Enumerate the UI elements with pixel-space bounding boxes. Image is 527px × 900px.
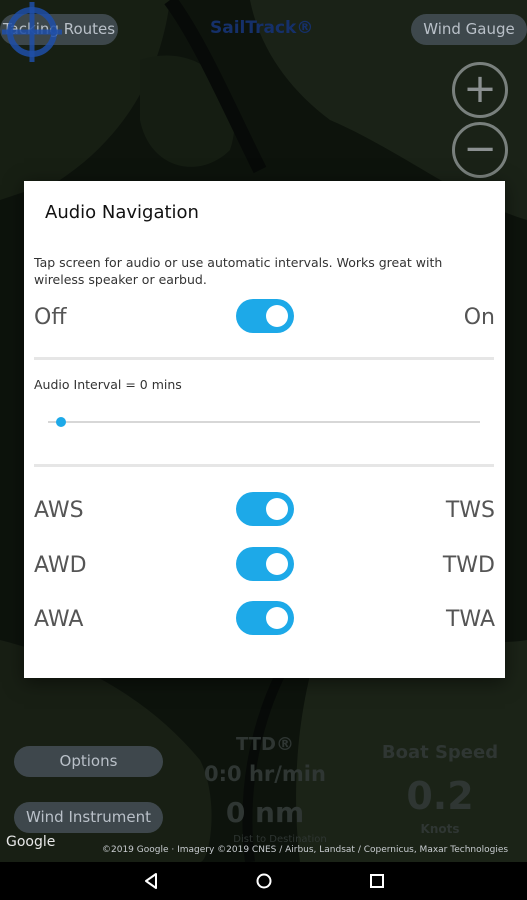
recents-square-icon xyxy=(370,874,384,888)
ttd-label: TTD® xyxy=(236,734,294,755)
google-logo: Google xyxy=(6,834,56,850)
tws-label: TWS xyxy=(445,498,495,523)
toggle-knob xyxy=(266,553,288,575)
distance-value: 0 nm xyxy=(225,796,305,829)
master-on-label: On xyxy=(463,305,495,330)
master-off-label: Off xyxy=(34,305,67,330)
recents-button[interactable] xyxy=(352,862,402,900)
divider xyxy=(34,357,494,360)
boat-speed-unit: Knots xyxy=(420,822,460,836)
toggle-knob xyxy=(266,498,288,520)
ttd-value: 0:0 hr/min xyxy=(204,762,326,786)
system-nav-bar xyxy=(0,862,527,900)
boat-speed-value: 0.2 xyxy=(406,774,474,818)
toggle-knob xyxy=(266,305,288,327)
dialog-title: Audio Navigation xyxy=(45,202,199,223)
twd-label: TWD xyxy=(442,553,495,578)
zoom-out-button[interactable]: − xyxy=(452,122,508,178)
awa-twa-toggle[interactable] xyxy=(236,601,294,635)
divider xyxy=(34,464,494,467)
wind-instrument-button[interactable]: Wind Instrument xyxy=(14,802,163,833)
awa-label: AWA xyxy=(34,607,84,632)
crosshair-icon[interactable] xyxy=(0,0,64,64)
aws-tws-toggle[interactable] xyxy=(236,492,294,526)
distance-caption: Dist to Destination xyxy=(233,834,327,845)
options-button[interactable]: Options xyxy=(14,746,163,777)
twa-label: TWA xyxy=(445,607,495,632)
aws-label: AWS xyxy=(34,498,84,523)
map-attribution: ©2019 Google · Imagery ©2019 CNES / Airb… xyxy=(102,845,509,855)
dialog-description: Tap screen for audio or use automatic in… xyxy=(34,255,443,287)
audio-interval-slider-track[interactable] xyxy=(48,421,480,423)
audio-interval-label: Audio Interval = 0 mins xyxy=(34,377,182,392)
boat-speed-label: Boat Speed xyxy=(381,742,499,763)
audio-navigation-dialog: Audio Navigation Tap screen for audio or… xyxy=(24,181,505,678)
awd-twd-toggle[interactable] xyxy=(236,547,294,581)
home-button[interactable] xyxy=(239,862,289,900)
wind-gauge-button[interactable]: Wind Gauge xyxy=(411,14,527,45)
audio-master-toggle[interactable] xyxy=(236,299,294,333)
app-title: SailTrack® xyxy=(210,18,314,38)
home-circle-icon xyxy=(256,873,272,889)
toggle-knob xyxy=(266,607,288,629)
audio-interval-slider-thumb[interactable] xyxy=(56,417,66,427)
zoom-in-button[interactable]: + xyxy=(452,62,508,118)
back-triangle-icon xyxy=(145,873,157,889)
awd-label: AWD xyxy=(34,553,87,578)
back-button[interactable] xyxy=(126,862,176,900)
